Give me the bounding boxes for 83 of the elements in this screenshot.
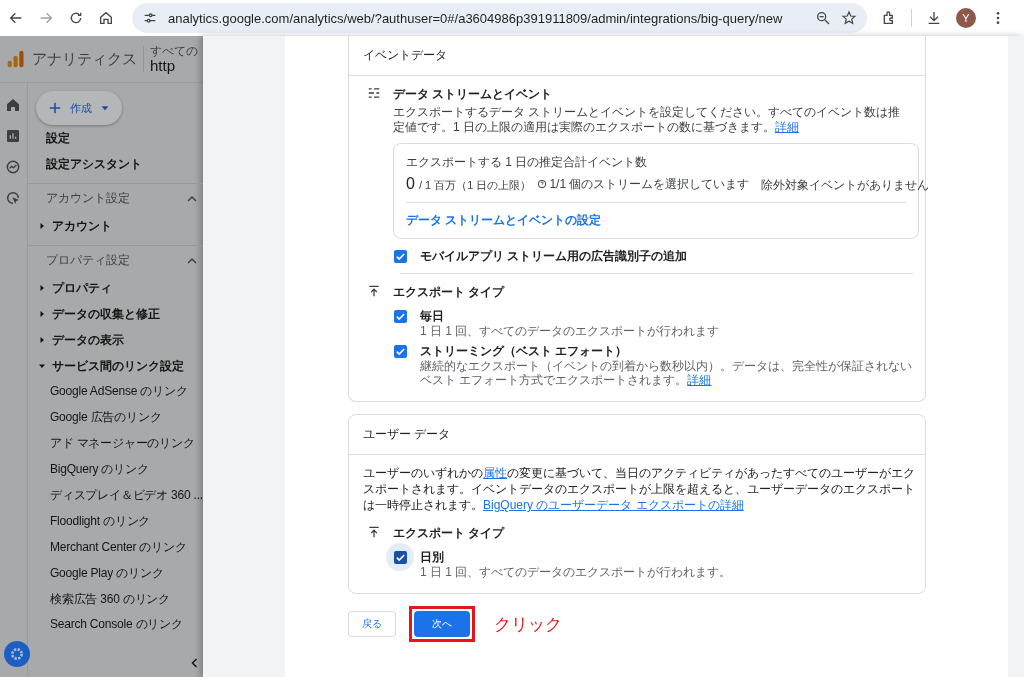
- home-icon: [98, 10, 114, 26]
- nav-item[interactable]: プロパティ: [51, 279, 112, 297]
- trend-circle-icon: [5, 159, 22, 175]
- option-label: ストリーミング（ベスト エフォート）: [420, 344, 629, 358]
- limit-text: / 1 百万（1 日の上限）: [418, 178, 532, 193]
- excluded-text: 除外対象イベントがありません: [760, 177, 930, 194]
- dropdown-icon: [99, 103, 110, 113]
- description-text: エクスポートするデータ ストリームとイベントを設定してください。すべてのイベント数は推定値です。1 日の上限の適用は実際のエクスポートの数に基づきます。詳細: [393, 105, 902, 135]
- nav-item[interactable]: Google 広告のリンク: [27, 404, 203, 431]
- streams-text: 1/1 個のストリームを選択しています: [549, 175, 750, 193]
- nav-item[interactable]: ディスプレイ＆ビデオ 360 ...: [27, 482, 203, 509]
- settings-button[interactable]: [4, 641, 30, 667]
- download-icon: [926, 10, 942, 26]
- home-icon: [5, 97, 22, 113]
- card-title: ユーザー データ: [363, 426, 451, 443]
- nav-item[interactable]: Merchant Center のリンク: [27, 534, 203, 561]
- section-heading: プロパティ設定: [45, 252, 130, 269]
- next-button[interactable]: 次へ: [414, 611, 470, 637]
- address-bar[interactable]: analytics.google.com/analytics/web/?authuser=0#/a3604986p391911809/admin/integrations/big-query/new: [132, 3, 867, 33]
- settings-icon: [9, 646, 25, 662]
- bar-chart-icon: [5, 128, 22, 144]
- analytics-logo-icon: [6, 49, 26, 69]
- summary-label: エクスポートする 1 日の推定合計イベント数: [406, 154, 649, 171]
- plus-icon: [47, 101, 62, 115]
- filter-lines-icon: [367, 86, 381, 100]
- app-title: アナリティクス: [32, 49, 137, 69]
- checkbox[interactable]: [393, 550, 407, 564]
- upload-icon: [367, 525, 381, 539]
- option-label: 日別: [420, 550, 445, 564]
- nav-item[interactable]: サービス間のリンク設定: [51, 357, 184, 375]
- option-description: 1 日 1 回、すべてのデータのエクスポートが行われます。: [420, 565, 733, 579]
- checkbox[interactable]: [393, 249, 407, 263]
- caret-icon[interactable]: [38, 363, 45, 369]
- nav-item[interactable]: 検索広告 360 のリンク: [27, 586, 203, 612]
- link[interactable]: 属性: [483, 466, 507, 480]
- caret-icon[interactable]: [38, 223, 45, 229]
- option-description: 1 日 1 回、すべてのデータのエクスポートが行われます: [420, 324, 721, 338]
- avatar[interactable]: Y: [956, 8, 976, 28]
- nav-item[interactable]: Floodlight のリンク: [27, 508, 203, 535]
- nav-item[interactable]: アド マネージャーのリンク: [27, 430, 203, 457]
- option-description: 継続的なエクスポート（イベントの到着から数秒以内）。データは、完全性が保証されないベスト エフォート方式でエクスポートされます。詳細: [420, 359, 913, 387]
- link[interactable]: 詳細: [687, 373, 712, 387]
- back-icon: [8, 10, 24, 26]
- forward-icon: [38, 10, 54, 26]
- option-label: 毎日: [420, 309, 445, 323]
- section-heading: アカウント設定: [45, 190, 130, 207]
- section-heading: エクスポート タイプ: [393, 525, 506, 542]
- nav-item[interactable]: Google AdSense のリンク: [27, 379, 203, 405]
- nav-item[interactable]: 設定: [27, 125, 203, 151]
- description-text: ユーザーのいずれかの属性の変更に基づいて、当日のアクティビティがあったすべてのユーザーがエクスポートされます。イベントデータのエクスポートが上限を超えると、ユーザーデータのエクスポートは一時停止されます。BigQuery のユーザーデータ エクスポートの詳細: [362, 465, 916, 513]
- nav-item[interactable]: BigQuery のリンク: [27, 456, 203, 483]
- option-label: モバイルアプリ ストリーム用の広告識別子の追加: [420, 249, 688, 263]
- link[interactable]: BigQuery のユーザーデータ エクスポートの詳細: [483, 498, 744, 512]
- checkbox[interactable]: [393, 309, 407, 323]
- event-count: 0: [406, 175, 415, 193]
- property-name[interactable]: http: [150, 58, 176, 74]
- zoom-icon: [815, 10, 831, 26]
- site-settings-icon: [142, 10, 158, 26]
- card-title: イベントデータ: [363, 47, 447, 64]
- help-icon: [537, 179, 548, 189]
- section-heading: エクスポート タイプ: [393, 284, 506, 301]
- caret-icon[interactable]: [38, 285, 45, 291]
- nav-item[interactable]: アカウント: [51, 217, 112, 235]
- nav-item[interactable]: データの表示: [51, 331, 124, 349]
- caret-icon[interactable]: [38, 337, 45, 343]
- cursor-target-icon: [5, 190, 22, 206]
- star-icon: [841, 10, 857, 26]
- checkbox[interactable]: [393, 344, 407, 358]
- nav-item[interactable]: データの収集と修正: [51, 305, 160, 323]
- upload-icon: [367, 284, 381, 298]
- annotation-text: クリック: [494, 613, 562, 636]
- url-text: analytics.google.com/analytics/web/?authuser=0#/a3604986p391911809/admin/integrations/big-query/new: [168, 10, 784, 26]
- nav-item[interactable]: Search Console のリンク: [27, 612, 203, 638]
- account-label: すべての: [150, 44, 198, 58]
- reload-icon: [68, 10, 84, 26]
- section-heading: データ ストリームとイベント: [393, 86, 554, 103]
- back-button[interactable]: 戻る: [348, 611, 396, 637]
- link[interactable]: 詳細: [775, 120, 799, 134]
- create-button[interactable]: 作成: [35, 91, 122, 125]
- settings-link[interactable]: データ ストリームとイベントの設定: [406, 212, 906, 229]
- nav-item[interactable]: 設定アシスタント: [27, 151, 203, 177]
- nav-item[interactable]: Google Play のリンク: [27, 560, 203, 587]
- caret-icon[interactable]: [38, 311, 45, 317]
